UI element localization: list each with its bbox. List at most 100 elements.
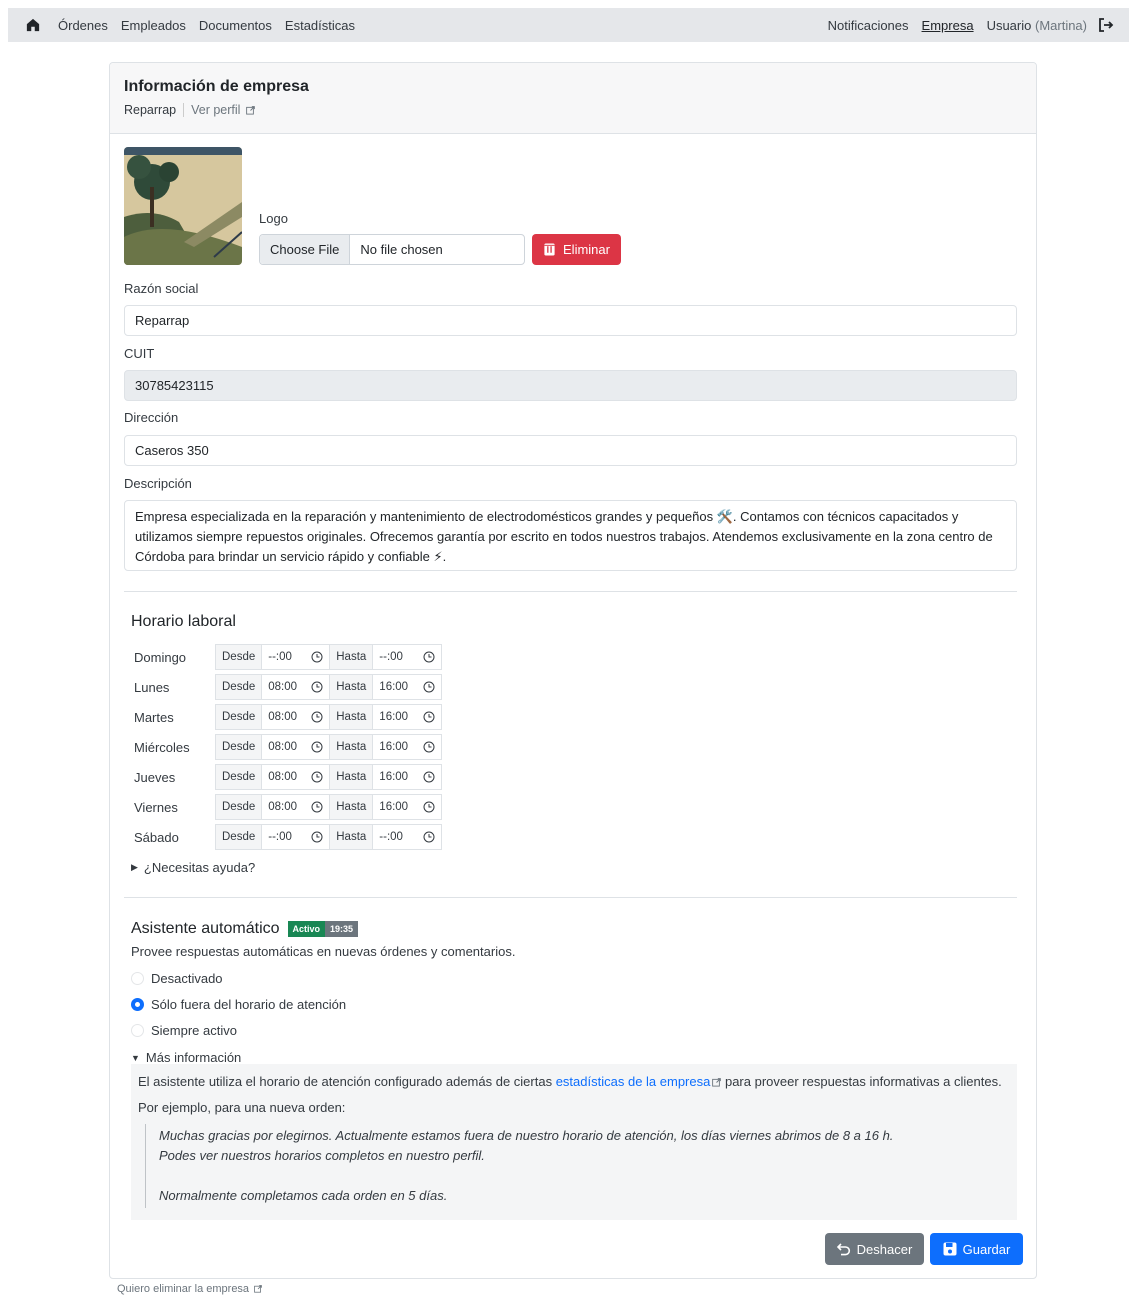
view-profile-link[interactable]: Ver perfil xyxy=(191,103,255,117)
from-time-value: 08:00 xyxy=(268,711,298,723)
time-range-group: Desde 08:00 Hasta 16:00 xyxy=(215,704,443,730)
time-range-group: Desde 08:00 Hasta 16:00 xyxy=(215,674,443,700)
direccion-input[interactable]: Caseros 350 xyxy=(124,435,1017,466)
example-quote: Muchas gracias por elegirnos. Actualment… xyxy=(145,1124,1010,1208)
company-name: Reparrap xyxy=(124,103,177,117)
nav-right: Notificaciones Empresa Usuario (Martina) xyxy=(828,16,1129,34)
card-subtitle: Reparrap Ver perfil xyxy=(124,103,1022,117)
radio-fuera-horario[interactable]: Sólo fuera del horario de atención xyxy=(131,997,346,1012)
from-addon: Desde xyxy=(216,765,263,789)
to-addon: Hasta xyxy=(330,735,374,759)
from-time-input[interactable]: --:00 xyxy=(262,825,331,849)
day-label: Sábado xyxy=(134,829,179,845)
page-title: Información de empresa xyxy=(124,78,309,95)
cuit-label: CUIT xyxy=(124,346,155,361)
nav-estadisticas[interactable]: Estadísticas xyxy=(285,18,355,33)
nav-empleados[interactable]: Empleados xyxy=(121,18,186,33)
descripcion-textarea[interactable]: Empresa especializada en la reparación y… xyxy=(124,500,1017,571)
from-addon: Desde xyxy=(216,825,263,849)
help-toggle[interactable]: ▶ ¿Necesitas ayuda? xyxy=(131,860,255,875)
schedule-row: Lunes Desde 08:00 Hasta 16:00 xyxy=(131,674,443,700)
radio-siempre-activo[interactable]: Siempre activo xyxy=(131,1023,237,1038)
to-time-input[interactable]: --:00 xyxy=(373,825,441,849)
info-text: El asistente utiliza el horario de atenc… xyxy=(138,1074,553,1089)
from-time-input[interactable]: 08:00 xyxy=(262,675,331,699)
undo-button[interactable]: Deshacer xyxy=(825,1233,924,1265)
schedule-title: Horario laboral xyxy=(131,613,236,630)
home-icon[interactable] xyxy=(26,18,40,32)
external-link-icon xyxy=(246,104,255,115)
nav-usuario[interactable]: Usuario (Martina) xyxy=(987,18,1087,33)
to-time-input[interactable]: 16:00 xyxy=(373,705,441,729)
from-addon: Desde xyxy=(216,645,263,669)
from-time-input[interactable]: 08:00 xyxy=(262,735,331,759)
logout-icon[interactable] xyxy=(1097,16,1115,34)
company-card: Información de empresa Reparrap Ver perf… xyxy=(109,62,1037,1279)
nav-documentos[interactable]: Documentos xyxy=(199,18,272,33)
to-time-input[interactable]: --:00 xyxy=(373,645,441,669)
nav-usuario-name: (Martina) xyxy=(1034,17,1087,33)
day-label: Lunes xyxy=(134,679,170,695)
quote-spacer xyxy=(159,1166,1010,1186)
help-label: ¿Necesitas ayuda? xyxy=(143,860,256,875)
triangle-right-icon: ▶ xyxy=(131,862,138,872)
from-addon: Desde xyxy=(216,675,263,699)
clock-icon xyxy=(423,831,435,843)
quote-line: Podes ver nuestros horarios completos en… xyxy=(159,1148,485,1163)
radio-label: Sólo fuera del horario de atención xyxy=(151,997,347,1012)
logo-file-input[interactable]: Choose File No file chosen xyxy=(259,234,525,265)
save-button[interactable]: Guardar xyxy=(930,1233,1023,1265)
from-time-input[interactable]: --:00 xyxy=(262,645,331,669)
clock-icon xyxy=(423,771,435,783)
day-label: Viernes xyxy=(134,799,178,815)
to-time-input[interactable]: 16:00 xyxy=(373,675,441,699)
from-time-value: --:00 xyxy=(268,831,292,843)
clock-icon xyxy=(311,651,323,663)
time-range-group: Desde --:00 Hasta --:00 xyxy=(215,824,443,850)
nav-notificaciones[interactable]: Notificaciones xyxy=(828,18,909,33)
day-label: Miércoles xyxy=(134,739,190,755)
clock-icon xyxy=(311,711,323,723)
quote-line: Normalmente completamos cada orden en 5 … xyxy=(159,1188,448,1203)
quote-line: Muchas gracias por elegirnos. Actualment… xyxy=(159,1128,894,1143)
time-range-group: Desde 08:00 Hasta 16:00 xyxy=(215,794,443,820)
to-time-input[interactable]: 16:00 xyxy=(373,765,441,789)
from-time-input[interactable]: 08:00 xyxy=(262,795,331,819)
to-addon: Hasta xyxy=(330,795,374,819)
to-time-input[interactable]: 16:00 xyxy=(373,795,441,819)
logo-label: Logo xyxy=(259,211,288,226)
undo-icon xyxy=(836,1242,851,1256)
delete-logo-button[interactable]: Eliminar xyxy=(532,234,621,265)
schedule-row: Domingo Desde --:00 Hasta --:00 xyxy=(131,644,443,670)
razon-social-input[interactable]: Reparrap xyxy=(124,305,1017,336)
schedule-row: Viernes Desde 08:00 Hasta 16:00 xyxy=(131,794,443,820)
from-time-input[interactable]: 08:00 xyxy=(262,765,331,789)
nav-usuario-label: Usuario xyxy=(986,17,1032,33)
more-info-toggle[interactable]: ▼ Más información xyxy=(131,1050,241,1065)
radio-desactivado[interactable]: Desactivado xyxy=(131,971,223,986)
nav-ordenes[interactable]: Órdenes xyxy=(58,18,108,33)
time-badge: 19:35 xyxy=(325,921,359,937)
radio-circle xyxy=(131,972,144,985)
stats-link[interactable]: estadísticas de la empresa xyxy=(556,1074,711,1089)
time-range-group: Desde 08:00 Hasta 16:00 xyxy=(215,764,443,790)
save-icon xyxy=(943,1242,957,1256)
assistant-title-row: Asistente automático Activo 19:35 xyxy=(131,920,359,938)
choose-file-button[interactable]: Choose File xyxy=(260,235,351,264)
section-divider xyxy=(124,897,1017,898)
assistant-description: Provee respuestas automáticas en nuevas … xyxy=(131,944,516,959)
save-label: Guardar xyxy=(962,1241,1011,1257)
nav-left: Órdenes Empleados Documentos Estadística… xyxy=(26,18,368,33)
company-logo-image xyxy=(124,147,242,265)
delete-company-link[interactable]: Quiero eliminar la empresa xyxy=(117,1283,263,1295)
clock-icon xyxy=(423,651,435,663)
to-time-input[interactable]: 16:00 xyxy=(373,735,441,759)
clock-icon xyxy=(423,741,435,753)
from-time-value: 08:00 xyxy=(268,681,298,693)
to-time-value: 16:00 xyxy=(379,741,409,753)
from-time-input[interactable]: 08:00 xyxy=(262,705,331,729)
from-time-value: 08:00 xyxy=(268,771,298,783)
from-addon: Desde xyxy=(216,705,263,729)
nav-empresa[interactable]: Empresa xyxy=(922,18,974,33)
to-time-value: 16:00 xyxy=(379,771,409,783)
